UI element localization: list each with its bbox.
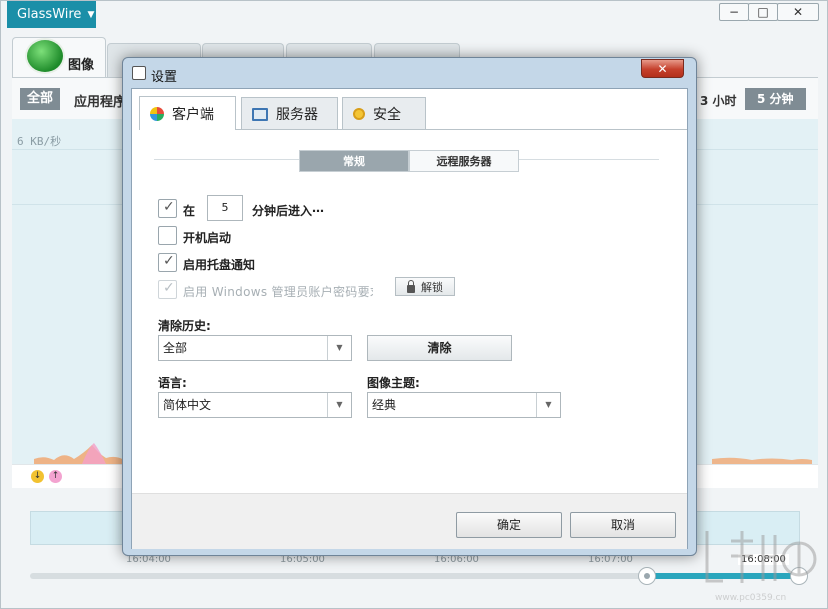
- watermark-logo: [705, 531, 817, 583]
- language-select[interactable]: 简体中文 ▼: [158, 392, 352, 418]
- range-5-minutes-button[interactable]: 5 分钟: [745, 88, 806, 110]
- maximize-button[interactable]: □: [748, 3, 778, 21]
- cancel-button[interactable]: 取消: [570, 512, 676, 538]
- settings-dialog: 设置 ✕ 客户端 服务器 安全 常规 远程服务器 ✓ 在 5 分钟后进入⋯ 开机…: [122, 57, 697, 556]
- server-icon: [252, 107, 268, 121]
- idle-suffix-label: 分钟后进入⋯: [252, 204, 325, 218]
- graph-scale-label: 6 KB/秒: [17, 135, 62, 148]
- download-arrow-icon: ↓: [31, 470, 44, 483]
- lock-icon: [407, 279, 415, 293]
- tab-security-label: 安全: [373, 107, 401, 123]
- autostart-checkbox[interactable]: [158, 226, 177, 245]
- clear-history-button[interactable]: 清除: [367, 335, 512, 361]
- unlock-label: 解锁: [421, 280, 443, 294]
- tray-notify-checkbox[interactable]: ✓: [158, 253, 177, 272]
- glasswire-logo-icon: [25, 38, 65, 74]
- tab-graph-label: 图像: [68, 58, 95, 73]
- traffic-wave: [34, 443, 124, 464]
- subtab-remote-server[interactable]: 远程服务器: [409, 150, 519, 172]
- tab-client-label: 客户端: [172, 106, 214, 123]
- idle-checkbox[interactable]: ✓: [158, 199, 177, 218]
- upload-arrow-icon: ↑: [49, 470, 62, 483]
- client-icon: [150, 106, 164, 121]
- dialog-body: 客户端 服务器 安全 常规 远程服务器 ✓ 在 5 分钟后进入⋯ 开机启动 ✓ …: [131, 88, 688, 549]
- clear-history-value: 全部: [163, 341, 188, 355]
- dialog-close-button[interactable]: ✕: [641, 59, 684, 78]
- language-value: 简体中文: [163, 398, 212, 412]
- ok-button[interactable]: 确定: [456, 512, 562, 538]
- minimize-button[interactable]: −: [719, 3, 749, 21]
- watermark-url: www.pc0359.cn: [715, 593, 787, 603]
- dialog-footer: 确定 取消: [132, 493, 687, 549]
- app-menu-button[interactable]: GlassWire ▼: [7, 1, 96, 28]
- app-name: GlassWire: [17, 7, 82, 22]
- check-mark-icon: ✓: [163, 199, 175, 215]
- idle-minutes-input[interactable]: 5: [207, 195, 243, 221]
- tab-server-label: 服务器: [276, 107, 318, 123]
- unlock-button[interactable]: 解锁: [395, 277, 455, 296]
- tab-graph[interactable]: 图像: [12, 37, 106, 77]
- chevron-down-icon: ▼: [536, 393, 560, 417]
- language-label: 语言:: [158, 376, 187, 390]
- tab-server[interactable]: 服务器: [241, 97, 338, 130]
- theme-select[interactable]: 经典 ▼: [367, 392, 561, 418]
- check-mark-icon: ✓: [163, 253, 175, 269]
- tray-notify-label: 启用托盘通知: [183, 258, 256, 272]
- filter-apps-button[interactable]: 应用程序: [74, 91, 126, 110]
- idle-prefix-label: 在: [183, 204, 196, 218]
- theme-value: 经典: [372, 398, 397, 412]
- admin-password-checkbox: ✓: [158, 280, 177, 299]
- subtab-general[interactable]: 常规: [299, 150, 409, 172]
- clear-history-select[interactable]: 全部 ▼: [158, 335, 352, 361]
- dialog-titlebar[interactable]: 设置 ✕: [123, 58, 696, 88]
- chevron-down-icon: ▼: [327, 336, 351, 360]
- close-window-button[interactable]: ✕: [777, 3, 819, 21]
- admin-password-label: 启用 Windows 管理员账户密码要求: [183, 285, 373, 299]
- check-mark-icon: ✓: [163, 280, 175, 296]
- clear-history-label: 清除历史:: [158, 319, 211, 333]
- theme-label: 图像主题:: [367, 376, 420, 390]
- dialog-title: 设置: [151, 70, 178, 85]
- tab-client[interactable]: 客户端: [139, 96, 236, 130]
- chevron-down-icon: ▼: [327, 393, 351, 417]
- timeline-start-handle[interactable]: [638, 567, 656, 585]
- security-icon: [353, 108, 365, 120]
- watermark: www.pc0359.cn: [701, 521, 821, 606]
- autostart-label: 开机启动: [183, 231, 232, 245]
- range-3-hours-button[interactable]: 3 小时: [700, 92, 737, 109]
- chevron-down-icon: ▼: [87, 9, 95, 20]
- settings-window-icon: [132, 66, 146, 80]
- filter-all-button[interactable]: 全部: [20, 88, 61, 110]
- tab-security[interactable]: 安全: [342, 97, 426, 130]
- traffic-wave: [712, 457, 812, 464]
